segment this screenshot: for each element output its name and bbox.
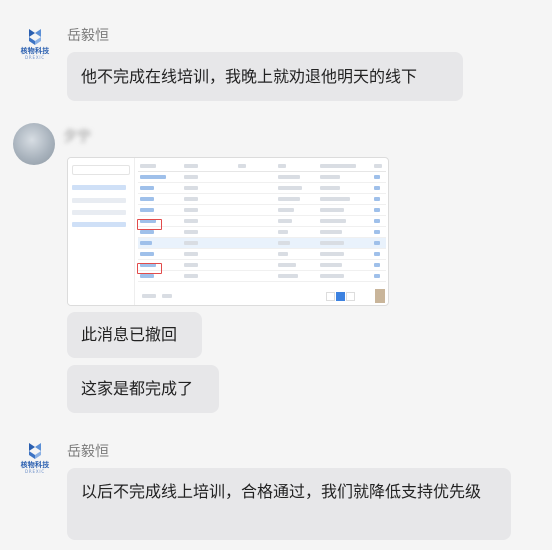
screenshot-sidebar — [68, 158, 135, 305]
cell — [278, 164, 286, 168]
cell — [374, 208, 380, 212]
cell — [184, 219, 198, 223]
cell — [320, 186, 340, 190]
cell — [320, 175, 340, 179]
cell — [184, 186, 198, 190]
cell — [278, 252, 288, 256]
cell — [374, 164, 382, 168]
cell — [374, 241, 380, 245]
cell — [162, 294, 172, 298]
screenshot-item — [72, 222, 126, 227]
screenshot-row — [138, 238, 386, 249]
cell — [184, 263, 198, 267]
message-bubble[interactable]: 这家是都完成了 — [67, 365, 219, 413]
cell — [278, 208, 294, 212]
cell — [140, 274, 154, 278]
cell — [278, 186, 302, 190]
cell — [238, 164, 246, 168]
cell — [278, 263, 296, 267]
cell — [320, 164, 356, 168]
page — [326, 292, 335, 301]
screenshot-row — [138, 271, 386, 282]
cell — [140, 208, 154, 212]
cell — [374, 219, 380, 223]
cell — [140, 164, 156, 168]
cell — [140, 186, 154, 190]
screenshot-row — [138, 216, 386, 227]
screenshot-row — [138, 205, 386, 216]
cell — [184, 208, 198, 212]
cell — [278, 230, 288, 234]
message-bubble[interactable]: 以后不完成线上培训，合格通过，我们就降低支持优先级 — [67, 468, 511, 540]
cell — [184, 230, 198, 234]
screenshot-row — [138, 227, 386, 238]
cell — [184, 241, 198, 245]
cell — [320, 219, 346, 223]
highlight-box — [137, 263, 162, 274]
company-logo-icon — [24, 441, 46, 461]
sender-avatar-logo[interactable]: 核物科技 DREXIC — [14, 22, 56, 64]
cell — [374, 197, 380, 201]
screenshot-thumbnail — [375, 289, 385, 303]
logo-text: 核物科技 — [20, 46, 50, 55]
cell — [278, 197, 300, 201]
cell — [374, 252, 380, 256]
screenshot-image-message[interactable] — [67, 157, 389, 306]
screenshot-item — [72, 210, 126, 215]
screenshot-item — [72, 185, 126, 190]
cell — [140, 241, 152, 245]
page — [346, 292, 355, 301]
sender-avatar-logo[interactable]: 核物科技 DREXIC — [14, 436, 56, 478]
cell — [320, 241, 344, 245]
screenshot-item — [72, 198, 126, 203]
cell — [374, 263, 380, 267]
recalled-message-bubble: 此消息已撤回 — [67, 312, 202, 358]
logo-subtext: DREXIC — [25, 468, 45, 474]
screenshot-search — [72, 165, 130, 175]
cell — [278, 219, 292, 223]
cell — [374, 274, 380, 278]
cell — [184, 252, 198, 256]
cell — [278, 274, 298, 278]
cell — [320, 230, 342, 234]
screenshot-row — [138, 249, 386, 260]
page — [336, 292, 345, 301]
cell — [374, 186, 380, 190]
message-bubble[interactable]: 他不完成在线培训，我晚上就劝退他明天的线下 — [67, 52, 463, 101]
screenshot-pagination — [138, 291, 388, 301]
highlight-box — [137, 219, 162, 230]
screenshot-row — [138, 183, 386, 194]
logo-text: 核物科技 — [20, 460, 50, 469]
screenshot-row — [138, 172, 386, 183]
cell — [320, 197, 350, 201]
screenshot-row — [138, 260, 386, 271]
cell — [140, 230, 154, 234]
sender-name: 岳毅恒 — [67, 444, 109, 460]
user-photo-avatar[interactable] — [13, 123, 55, 165]
cell — [320, 252, 344, 256]
cell — [184, 164, 198, 168]
screenshot-table — [138, 161, 386, 282]
cell — [184, 274, 198, 278]
cell — [140, 175, 166, 179]
sender-name: 岳毅恒 — [67, 28, 109, 44]
cell — [320, 274, 344, 278]
cell — [278, 175, 300, 179]
cell — [374, 175, 380, 179]
cell — [184, 175, 198, 179]
logo-subtext: DREXIC — [25, 54, 45, 60]
cell — [374, 230, 380, 234]
cell — [140, 197, 154, 201]
cell — [320, 263, 342, 267]
screenshot-row — [138, 194, 386, 205]
cell — [140, 252, 154, 256]
company-logo-icon — [24, 27, 46, 47]
cell — [142, 294, 156, 298]
screenshot-row — [138, 161, 386, 172]
cell — [184, 197, 198, 201]
cell — [320, 208, 344, 212]
cell — [278, 241, 290, 245]
sender-name-blurred: 夕宁 — [63, 129, 91, 145]
